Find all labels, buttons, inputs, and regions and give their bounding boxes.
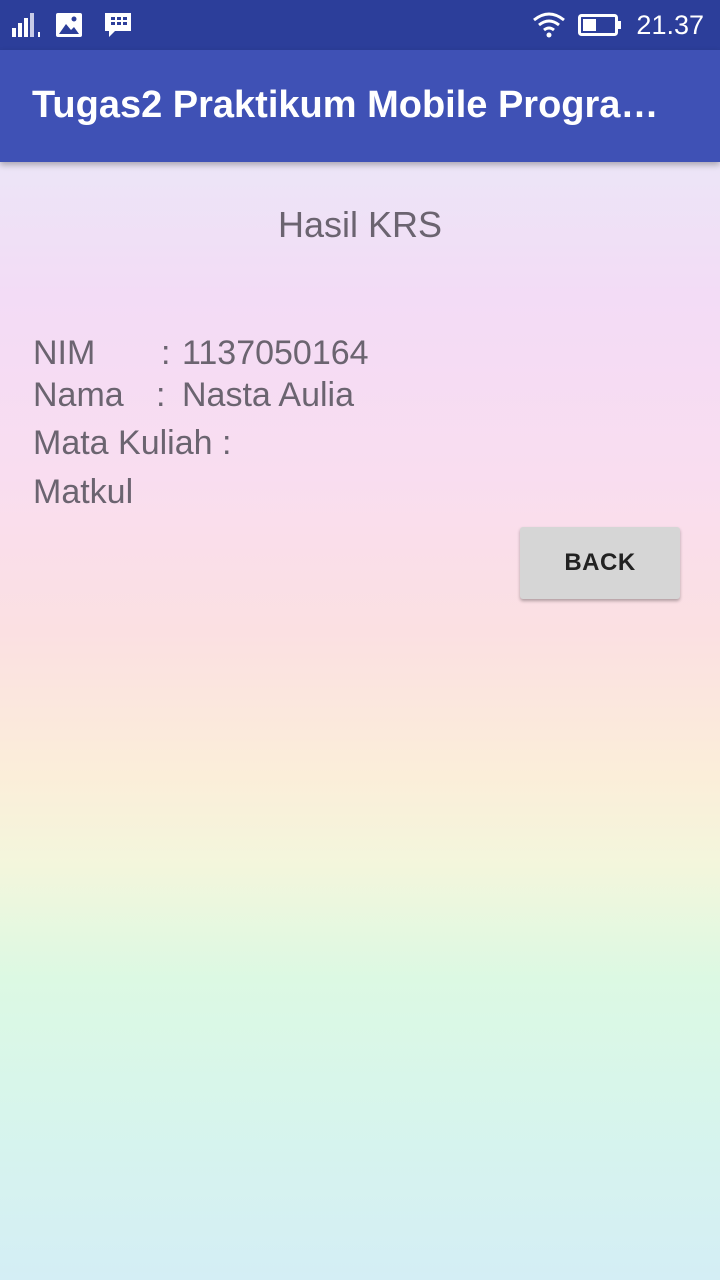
back-button[interactable]: BACK	[520, 527, 680, 599]
app-bar: Tugas2 Praktikum Mobile Progra…	[0, 50, 720, 162]
page-title: Hasil KRS	[277, 204, 443, 245]
nama-separator: :	[156, 376, 166, 414]
bbm-icon	[105, 13, 131, 37]
nim-separator: :	[161, 334, 171, 372]
app-title: Tugas2 Praktikum Mobile Progra…	[32, 84, 659, 126]
matkul-label: Mata Kuliah :	[33, 424, 232, 462]
status-right-icons: 21.37	[532, 8, 704, 42]
gallery-icon	[56, 13, 82, 37]
battery-icon	[578, 14, 622, 36]
content-area: Hasil KRS NIM : 1137050164 Nama : Nasta …	[0, 162, 720, 1280]
status-time: 21.37	[636, 9, 704, 40]
wifi-icon	[533, 12, 566, 38]
nim-label: NIM	[33, 334, 96, 372]
matkul-value: Matkul	[33, 473, 134, 511]
nama-row: Nama : Nasta Aulia	[33, 376, 354, 415]
nama-label: Nama	[33, 376, 124, 414]
nim-row: NIM : 1137050164	[33, 334, 369, 373]
status-left-icons	[10, 10, 134, 40]
signal-icon	[12, 13, 40, 37]
status-bar: 21.37	[0, 0, 720, 50]
nim-value: 1137050164	[182, 334, 369, 372]
nama-value: Nasta Aulia	[182, 376, 354, 414]
